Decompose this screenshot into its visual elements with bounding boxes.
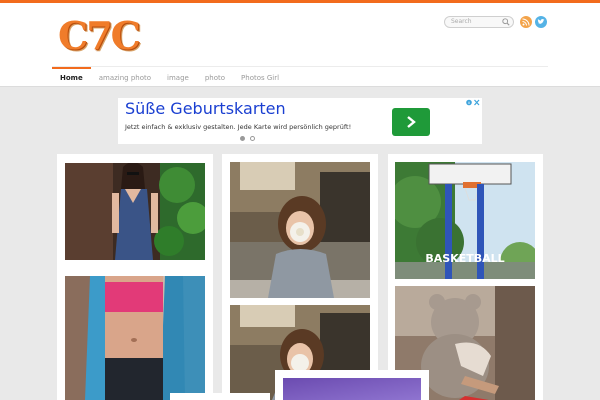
nav-item-photos-girl[interactable]: Photos Girl bbox=[233, 67, 287, 89]
ad-text: Jetzt einfach & exklusiv gestalten. Jede… bbox=[125, 123, 352, 131]
main-nav: Home amazing photo image photo Photos Gi… bbox=[52, 67, 287, 89]
photo-child-flower[interactable] bbox=[230, 162, 370, 298]
ad-pagination bbox=[240, 136, 260, 142]
gallery-column-1 bbox=[57, 154, 213, 400]
rss-icon[interactable] bbox=[520, 16, 532, 28]
photo-girl-blue-dress[interactable] bbox=[65, 163, 205, 260]
photo-purple[interactable] bbox=[283, 378, 421, 400]
ad-title[interactable]: Süße Geburtskarten bbox=[125, 99, 286, 118]
ad-banner[interactable]: Süße Geburtskarten Jetzt einfach & exklu… bbox=[118, 98, 482, 144]
search-input[interactable]: Search bbox=[444, 16, 514, 28]
basketball-caption: BASKETBALL bbox=[425, 252, 505, 265]
gallery-column-3: BASKETBALL bbox=[388, 154, 543, 400]
nav-item-home[interactable]: Home bbox=[52, 67, 91, 89]
chevron-right-icon bbox=[407, 116, 416, 128]
gallery-tile-bottom-left bbox=[170, 393, 270, 400]
photo-basketball[interactable]: BASKETBALL bbox=[395, 162, 535, 279]
twitter-icon[interactable] bbox=[535, 16, 547, 28]
gallery-column-2 bbox=[222, 154, 378, 400]
ad-dot-1[interactable] bbox=[240, 136, 245, 141]
site-logo[interactable]: C7C bbox=[58, 13, 141, 58]
nav-item-amazing-photo[interactable]: amazing photo bbox=[91, 67, 159, 89]
nav-item-image[interactable]: image bbox=[159, 67, 197, 89]
search-placeholder: Search bbox=[451, 18, 472, 25]
nav-item-photo[interactable]: photo bbox=[197, 67, 233, 89]
site-header: C7C Search Home amazing photo image phot… bbox=[0, 3, 600, 87]
ad-choices-icon[interactable] bbox=[466, 99, 480, 106]
ad-dot-2[interactable] bbox=[250, 136, 255, 141]
gallery-tile-bottom-center bbox=[275, 370, 429, 400]
search-icon[interactable] bbox=[502, 18, 510, 26]
photo-fitness-woman[interactable] bbox=[65, 276, 205, 400]
ad-open-button[interactable] bbox=[392, 108, 430, 136]
